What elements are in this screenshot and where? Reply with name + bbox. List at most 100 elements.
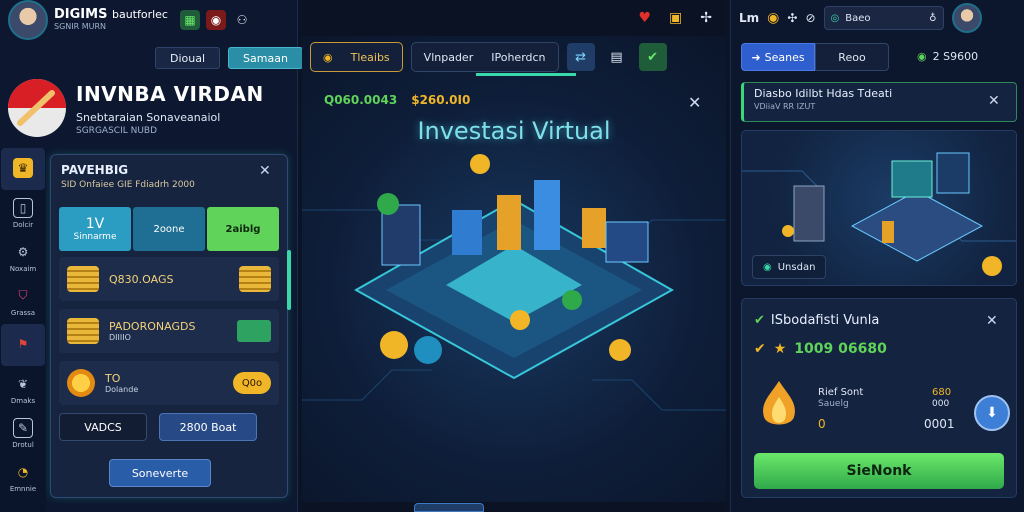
notice-subtitle: VDiiaV RR IZUT: [754, 102, 816, 111]
scrollbar[interactable]: [287, 250, 291, 310]
close-icon[interactable]: ✕: [986, 313, 998, 329]
brand-subtitle: SGNIR MURN: [54, 21, 107, 31]
visual-label[interactable]: ◉ Unsdan: [752, 255, 827, 279]
tab-reoo[interactable]: Reoo: [815, 43, 889, 71]
user-avatar[interactable]: [951, 3, 982, 33]
document-icon[interactable]: ▤: [603, 43, 631, 71]
server-visual-card: ◉ Unsdan: [741, 130, 1017, 286]
nav-label: Grassa: [10, 308, 36, 317]
dioual-button[interactable]: Dioual: [155, 47, 221, 69]
card-button-row: VADCS 2800 Boat: [59, 413, 279, 441]
notification-icon[interactable]: ◉: [205, 10, 226, 30]
main-title: Investasi Virtual: [417, 117, 611, 145]
gear-icon: ⚙: [17, 244, 29, 259]
nav-item-drotul[interactable]: ✎ Drotul: [1, 412, 45, 454]
close-icon[interactable]: ✕: [988, 93, 1000, 109]
segment-value: 1V: [85, 216, 105, 232]
nav-item-flag[interactable]: ⚑: [1, 324, 45, 366]
nav-item-trophy[interactable]: ♛: [1, 148, 45, 190]
investment-illustration: [302, 154, 726, 411]
stat-value: 0: [818, 417, 826, 431]
search-text: Baeo: [845, 12, 871, 24]
menu-icon[interactable]: ▦: [179, 10, 200, 30]
segment-option-2[interactable]: 2oone: [133, 207, 205, 251]
tab-vlnpader[interactable]: Vlnpader IPoherdcn: [410, 42, 559, 72]
check-icon: ✔: [754, 341, 766, 357]
card-header: PAVEHBIG SID Onfaiee GIE Fdiadrh 2000: [61, 163, 195, 190]
nav-item-dmaks[interactable]: ❦ Dmaks: [1, 368, 45, 410]
coin-stack-icon: [67, 318, 99, 344]
soneverte-button[interactable]: Soneverte: [109, 459, 211, 487]
row-subtitle: DIIIIO: [109, 333, 131, 342]
nav-label: Dmaks: [10, 396, 36, 405]
list-item[interactable]: TO Dolande Q0o: [59, 361, 279, 405]
segment-option-3[interactable]: 2aiblg: [207, 207, 279, 251]
tab-tleaibs[interactable]: ◉ Tleaibs: [310, 42, 403, 72]
sun-icon: [67, 369, 95, 397]
visual-label-text: Unsdan: [777, 261, 816, 273]
download-icon: ⬇: [986, 405, 998, 421]
mic-icon[interactable]: ♁: [929, 13, 936, 24]
avatar[interactable]: [8, 0, 48, 40]
vadcs-button[interactable]: VADCS: [59, 413, 147, 441]
left-panel: DIGIMS bautforlec SGNIR MURN ▦ ◉ ⚇ Dioua…: [0, 0, 303, 512]
heart-icon[interactable]: ♥: [638, 10, 651, 26]
nav-item-emnnie[interactable]: ◔ Emnnie: [1, 456, 45, 498]
tab-label: Seanes: [764, 50, 805, 64]
investment-card: PAVEHBIG SID Onfaiee GIE Fdiadrh 2000 ✕ …: [50, 154, 288, 498]
nav-item-grassa[interactable]: ⛉ Grassa: [1, 280, 45, 322]
swap-icon[interactable]: ⇄: [566, 43, 595, 71]
segment-option-1[interactable]: 1V Sinnarme: [59, 207, 131, 251]
phone-icon: ▯: [13, 197, 33, 218]
nav-label: Emnnie: [9, 484, 37, 493]
app-label: Lm: [739, 11, 760, 25]
nav-item-dolcir[interactable]: ▯ Dolcir: [1, 192, 45, 234]
center-toolbar: ♥ ▣ ✢: [302, 0, 726, 36]
bottom-tab-active[interactable]: [414, 503, 484, 512]
status-icon: ◉: [763, 261, 772, 273]
detail-amount: 1009 06680: [794, 341, 887, 357]
star-icon: ★: [773, 341, 787, 357]
price-gold: $260.0I0: [411, 93, 471, 107]
right-panel: Lm ◉ ✣ ⊘ ◎ Baeo ♁ ➜ Seanes Reoo ◉ 2 S9600…: [730, 0, 1024, 512]
side-nav: ♛ ▯ Dolcir ⚙ Noxaim ⛉ Grassa ⚑ ❦ Dmaks ✎…: [0, 148, 46, 512]
cta-button[interactable]: SieNonk: [754, 453, 1004, 489]
samaan-button[interactable]: Samaan: [228, 47, 303, 69]
brand-tail: bautforlec: [111, 8, 168, 22]
settings-icon[interactable]: ✣: [787, 11, 797, 25]
detail-title: ISbodafisti Vunla: [770, 313, 880, 328]
price-green: Q060.0043: [324, 93, 398, 107]
brand: DIGIMS bautforlec SGNIR MURN: [54, 8, 168, 31]
search-input[interactable]: ◎ Baeo ♁: [823, 6, 944, 30]
coin-icon[interactable]: ◉: [767, 10, 779, 26]
user-icon[interactable]: ⚇: [232, 10, 252, 30]
boat-button[interactable]: 2800 Boat: [159, 413, 257, 441]
coin-stack-icon: [67, 266, 99, 292]
coin-stack-icon: [239, 266, 271, 292]
hero-title: INVNBA VIRDAN: [76, 82, 264, 106]
balance-value: 2 S9600: [932, 50, 979, 63]
close-icon[interactable]: ✕: [688, 93, 701, 112]
segment-value: 2aiblg: [225, 223, 261, 235]
nav-item-noxaim[interactable]: ⚙ Noxaim: [1, 236, 45, 278]
check-icon[interactable]: ✔: [638, 43, 667, 71]
flame-icon: [763, 381, 795, 425]
stat-value: 000: [932, 399, 950, 409]
tab-label: IPoherdcn: [491, 50, 546, 64]
list-item[interactable]: Q830.OAGS: [59, 257, 279, 301]
tab-seanes[interactable]: ➜ Seanes: [741, 43, 815, 71]
help-icon[interactable]: ⊘: [805, 11, 815, 25]
price-row: Q060.0043 $260.0I0: [324, 93, 470, 107]
detail-stats: Rief Sont Sauelg 0 680 000 0001: [754, 377, 1006, 437]
list-item[interactable]: PADORONAGDS DIIIIO: [59, 309, 279, 353]
settings-icon[interactable]: ✢: [700, 10, 712, 26]
row-action-button[interactable]: Q0o: [233, 372, 271, 394]
gift-icon[interactable]: ▣: [669, 10, 682, 26]
detail-card: ✔ ISbodafisti Vunla ✕ ✔ ★ 1009 06680 Rie…: [741, 298, 1017, 498]
row-title: TO: [105, 372, 121, 385]
download-button[interactable]: ⬇: [974, 395, 1010, 431]
close-icon[interactable]: ✕: [259, 163, 271, 179]
right-header: Lm ◉ ✣ ⊘ ◎ Baeo ♁: [731, 0, 1024, 36]
balance: ◉ 2 S9600: [917, 50, 978, 63]
coin-icon: ◉: [323, 50, 333, 64]
